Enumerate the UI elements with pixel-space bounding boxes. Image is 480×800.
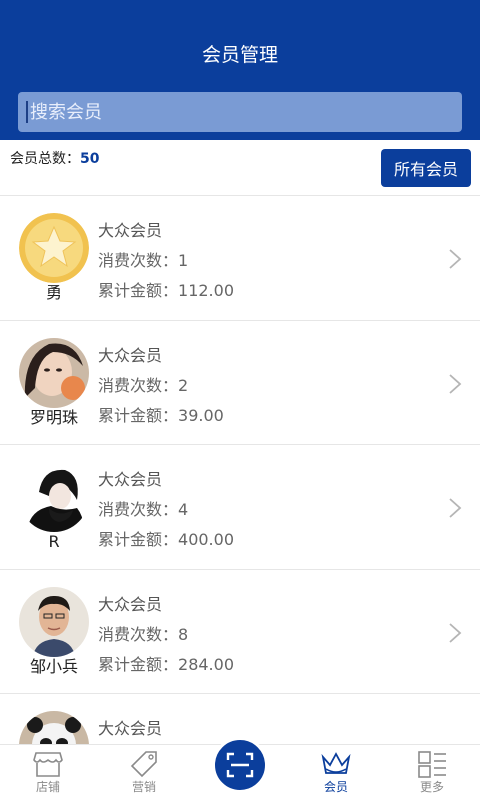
- member-name: 邹小兵: [29, 656, 78, 676]
- more-icon: [418, 751, 446, 778]
- member-level: 大众会员: [98, 221, 163, 240]
- chevron-right-icon: [449, 249, 462, 269]
- chevron-right-icon: [449, 622, 462, 643]
- member-visits: 消费次数：1: [98, 251, 189, 270]
- member-amount: 累计金额：284.00: [98, 654, 234, 674]
- search-input[interactable]: [30, 101, 430, 123]
- photo-avatar: [19, 462, 89, 532]
- member-visits: 消费次数：4: [98, 500, 189, 519]
- tag-icon: [130, 751, 157, 778]
- member-level: 大众会员: [98, 719, 163, 738]
- member-level: 大众会员: [98, 594, 163, 614]
- scan-button[interactable]: [212, 737, 268, 793]
- member-name: 勇: [45, 283, 62, 302]
- member-item[interactable]: 邹小兵 大众会员 消费次数：8 累计金额：284.00: [0, 569, 480, 694]
- member-item[interactable]: 勇 大众会员 消费次数：1 累计金额：112.00: [0, 196, 480, 321]
- shop-icon: [33, 752, 63, 777]
- chevron-right-icon: [449, 373, 462, 394]
- member-count-value: 50: [80, 151, 100, 167]
- search-box[interactable]: [18, 92, 462, 132]
- tab-label: 会员: [323, 780, 348, 794]
- member-name: R: [48, 532, 60, 551]
- member-level: 大众会员: [98, 470, 163, 489]
- tab-label: 营销: [131, 780, 156, 794]
- member-name: 罗明珠: [29, 407, 78, 427]
- member-list: 勇 大众会员 消费次数：1 累计金额：112.00 罗明珠 大众会员 消费次数：…: [0, 196, 480, 744]
- tab-more[interactable]: 更多: [384, 745, 480, 800]
- member-level: 大众会员: [98, 345, 163, 365]
- text-cursor: [26, 101, 28, 123]
- photo-avatar: [19, 337, 89, 408]
- all-members-button[interactable]: 所有会员: [381, 149, 471, 187]
- member-amount: 累计金额：39.00: [98, 405, 224, 425]
- member-item[interactable]: R 大众会员 消费次数：4 累计金额：400.00: [0, 445, 480, 570]
- photo-avatar: [19, 586, 89, 657]
- member-info: 大众会员 消费次数：2 累计金额：39.00: [98, 341, 224, 431]
- member-item[interactable]: 罗明珠 大众会员 消费次数：2 累计金额：39.00: [0, 320, 480, 445]
- member-count-text: 会员总数：: [10, 151, 80, 167]
- member-info: 大众会员 消费次数：4 累计金额：400.00: [98, 465, 234, 555]
- member-amount: 累计金额：400.00: [98, 530, 234, 549]
- scan-icon: [226, 752, 254, 778]
- page-title: 会员管理: [201, 44, 278, 66]
- panda-avatar: [19, 711, 89, 744]
- tab-shop[interactable]: 店铺: [0, 745, 96, 800]
- tab-label: 更多: [419, 780, 444, 794]
- chevron-right-icon: [449, 498, 462, 518]
- member-info: 大众会员 消费次数：1 累计金额：112.00: [98, 216, 234, 306]
- member-count-label: 会员总数：50: [10, 148, 99, 170]
- star-avatar: [19, 213, 89, 283]
- tab-label: 店铺: [35, 780, 60, 794]
- member-amount: 累计金额：112.00: [98, 281, 234, 300]
- app: 会员管理 会员总数：50 所有会员 勇 大众会员 消费次数：1: [0, 0, 480, 800]
- header-bar: 会员管理: [0, 0, 480, 140]
- tab-marketing[interactable]: 营销: [96, 745, 192, 800]
- member-info: 大众会员: [98, 714, 162, 744]
- crown-icon: [321, 752, 351, 774]
- member-visits: 消费次数：8: [98, 624, 189, 644]
- member-info: 大众会员 消费次数：8 累计金额：284.00: [98, 590, 234, 680]
- tab-members[interactable]: 会员: [288, 745, 384, 800]
- member-visits: 消费次数：2: [98, 375, 189, 395]
